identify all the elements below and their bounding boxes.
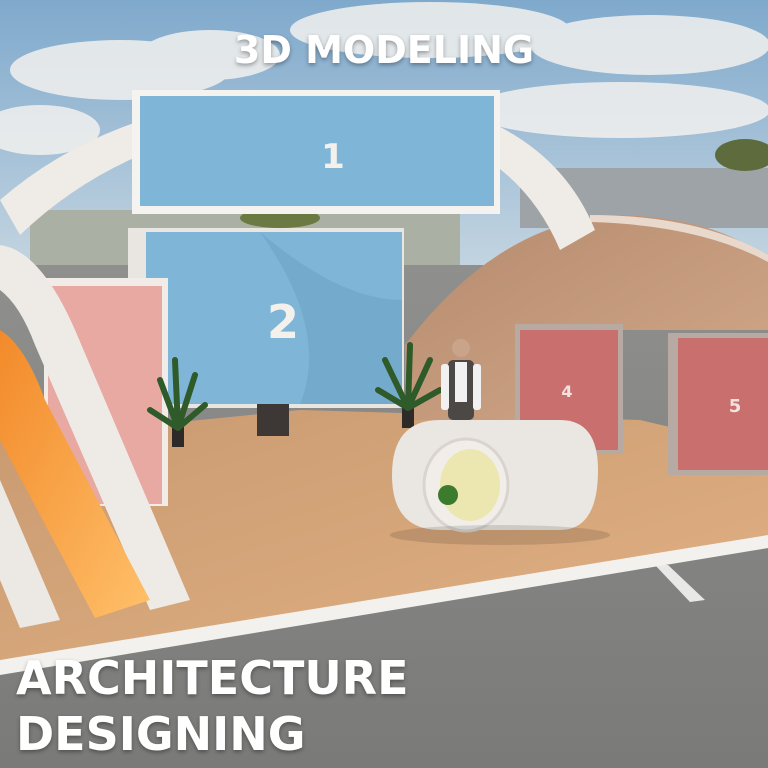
panel-2-post	[257, 404, 289, 436]
desk-shadow	[390, 525, 610, 545]
headline-3d-modeling: 3D MODELING	[233, 28, 535, 72]
headline-architecture: ARCHITECTURE	[16, 651, 409, 705]
panel-1-number: 1	[321, 137, 345, 177]
panel-4-number: 4	[561, 382, 572, 401]
desk-opening-inner	[440, 449, 500, 521]
desk-plant	[438, 485, 458, 505]
headline-designing: DESIGNING	[16, 707, 306, 761]
panel-5-number: 5	[729, 396, 742, 417]
panel-2-number: 2	[267, 295, 299, 349]
panel-5	[678, 338, 768, 470]
panel-1	[140, 96, 494, 206]
